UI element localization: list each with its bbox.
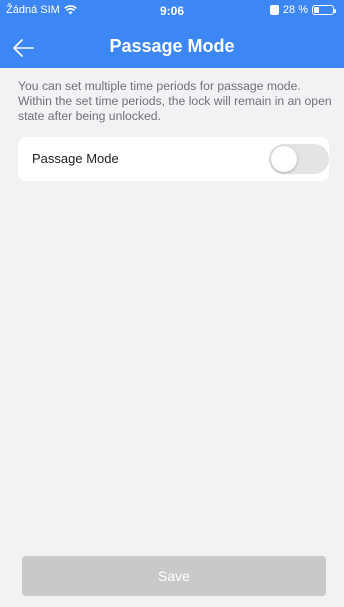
passage-mode-card: Passage Mode xyxy=(18,137,329,181)
passage-mode-label: Passage Mode xyxy=(32,151,119,166)
app-header: Žádná SIM 9:06 28 % Passage Mode xyxy=(0,0,344,68)
status-right: 28 % xyxy=(269,4,336,16)
battery-percent: 28 % xyxy=(282,4,308,16)
sim-icon xyxy=(269,5,279,15)
passage-mode-toggle[interactable] xyxy=(269,144,329,174)
battery-icon xyxy=(312,5,336,15)
title-bar: Passage Mode xyxy=(0,30,344,66)
toggle-knob xyxy=(271,146,297,172)
battery-fill xyxy=(314,7,320,13)
status-bar: Žádná SIM 9:06 28 % xyxy=(0,0,344,22)
passage-mode-description: You can set multiple time periods for pa… xyxy=(18,79,332,123)
save-button[interactable]: Save xyxy=(22,556,326,596)
page-title: Passage Mode xyxy=(109,36,235,56)
